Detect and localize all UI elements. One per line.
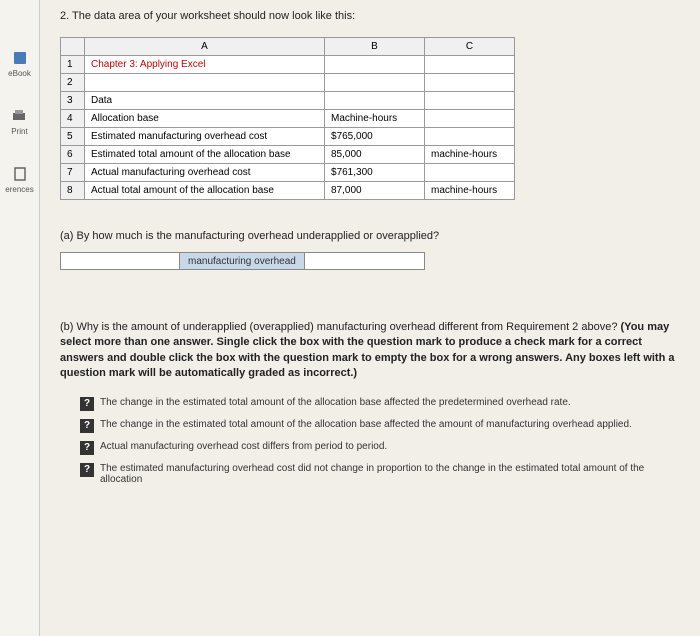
option-row-1: ? The change in the estimated total amou…	[80, 397, 680, 411]
instruction-text: 2. The data area of your worksheet shoul…	[60, 10, 680, 22]
sidebar-label-references: erences	[5, 185, 33, 194]
sidebar-item-print[interactable]: Print	[11, 108, 27, 136]
cell-b1	[325, 56, 425, 74]
rownum: 6	[61, 146, 85, 164]
ref-icon	[12, 166, 28, 182]
cell-a3: Data	[85, 92, 325, 110]
worksheet-table: A B C 1 Chapter 3: Applying Excel 2 3 Da…	[60, 37, 515, 200]
table-row: 1 Chapter 3: Applying Excel	[61, 56, 515, 74]
rownum: 4	[61, 110, 85, 128]
sidebar-label-ebook: eBook	[8, 69, 31, 78]
option-text-4: The estimated manufacturing overhead cos…	[100, 463, 680, 485]
cell-a5: Estimated manufacturing overhead cost	[85, 128, 325, 146]
answer-trailing-input[interactable]	[305, 252, 425, 270]
cell-c1	[425, 56, 515, 74]
cell-c4	[425, 110, 515, 128]
question-a: (a) By how much is the manufacturing ove…	[60, 230, 680, 242]
cell-a2	[85, 74, 325, 92]
option-text-2: The change in the estimated total amount…	[100, 419, 632, 430]
answer-label: manufacturing overhead	[180, 252, 305, 270]
rownum: 3	[61, 92, 85, 110]
answer-amount-input[interactable]	[60, 252, 180, 270]
header-col-a: A	[85, 38, 325, 56]
checkbox-2[interactable]: ?	[80, 419, 94, 433]
table-row: 8 Actual total amount of the allocation …	[61, 182, 515, 200]
header-col-c: C	[425, 38, 515, 56]
cell-a4: Allocation base	[85, 110, 325, 128]
checkbox-4[interactable]: ?	[80, 463, 94, 477]
answer-row-a: manufacturing overhead	[60, 252, 680, 270]
main-content: 2. The data area of your worksheet shoul…	[40, 0, 700, 636]
cell-c6: machine-hours	[425, 146, 515, 164]
part-b-intro: (b) Why is the amount of underapplied (o…	[60, 321, 621, 333]
header-rownum	[61, 38, 85, 56]
cell-b8: 87,000	[325, 182, 425, 200]
rownum: 7	[61, 164, 85, 182]
cell-a8: Actual total amount of the allocation ba…	[85, 182, 325, 200]
option-text-3: Actual manufacturing overhead cost diffe…	[100, 441, 387, 452]
cell-c3	[425, 92, 515, 110]
sidebar-item-ebook[interactable]: eBook	[8, 50, 31, 78]
cell-c2	[425, 74, 515, 92]
table-row: 5 Estimated manufacturing overhead cost …	[61, 128, 515, 146]
print-icon	[11, 108, 27, 124]
cell-c5	[425, 128, 515, 146]
cell-b2	[325, 74, 425, 92]
cell-b6: 85,000	[325, 146, 425, 164]
cell-b3	[325, 92, 425, 110]
sidebar-label-print: Print	[11, 127, 27, 136]
cell-a7: Actual manufacturing overhead cost	[85, 164, 325, 182]
cell-b4: Machine-hours	[325, 110, 425, 128]
cell-b7: $761,300	[325, 164, 425, 182]
rownum: 1	[61, 56, 85, 74]
cell-b5: $765,000	[325, 128, 425, 146]
table-row: 6 Estimated total amount of the allocati…	[61, 146, 515, 164]
table-row: 3 Data	[61, 92, 515, 110]
cell-a1: Chapter 3: Applying Excel	[85, 56, 325, 74]
cell-c8: machine-hours	[425, 182, 515, 200]
cell-a6: Estimated total amount of the allocation…	[85, 146, 325, 164]
question-b: (b) Why is the amount of underapplied (o…	[60, 320, 680, 382]
table-row: 7 Actual manufacturing overhead cost $76…	[61, 164, 515, 182]
rownum: 8	[61, 182, 85, 200]
sidebar: eBook Print erences	[0, 0, 40, 636]
cell-c7	[425, 164, 515, 182]
option-row-3: ? Actual manufacturing overhead cost dif…	[80, 441, 680, 455]
table-row: 2	[61, 74, 515, 92]
rownum: 5	[61, 128, 85, 146]
rownum: 2	[61, 74, 85, 92]
option-row-2: ? The change in the estimated total amou…	[80, 419, 680, 433]
sidebar-item-references[interactable]: erences	[5, 166, 33, 194]
option-text-1: The change in the estimated total amount…	[100, 397, 571, 408]
option-row-4: ? The estimated manufacturing overhead c…	[80, 463, 680, 485]
checkbox-3[interactable]: ?	[80, 441, 94, 455]
header-col-b: B	[325, 38, 425, 56]
checkbox-1[interactable]: ?	[80, 397, 94, 411]
book-icon	[12, 50, 28, 66]
table-row: 4 Allocation base Machine-hours	[61, 110, 515, 128]
